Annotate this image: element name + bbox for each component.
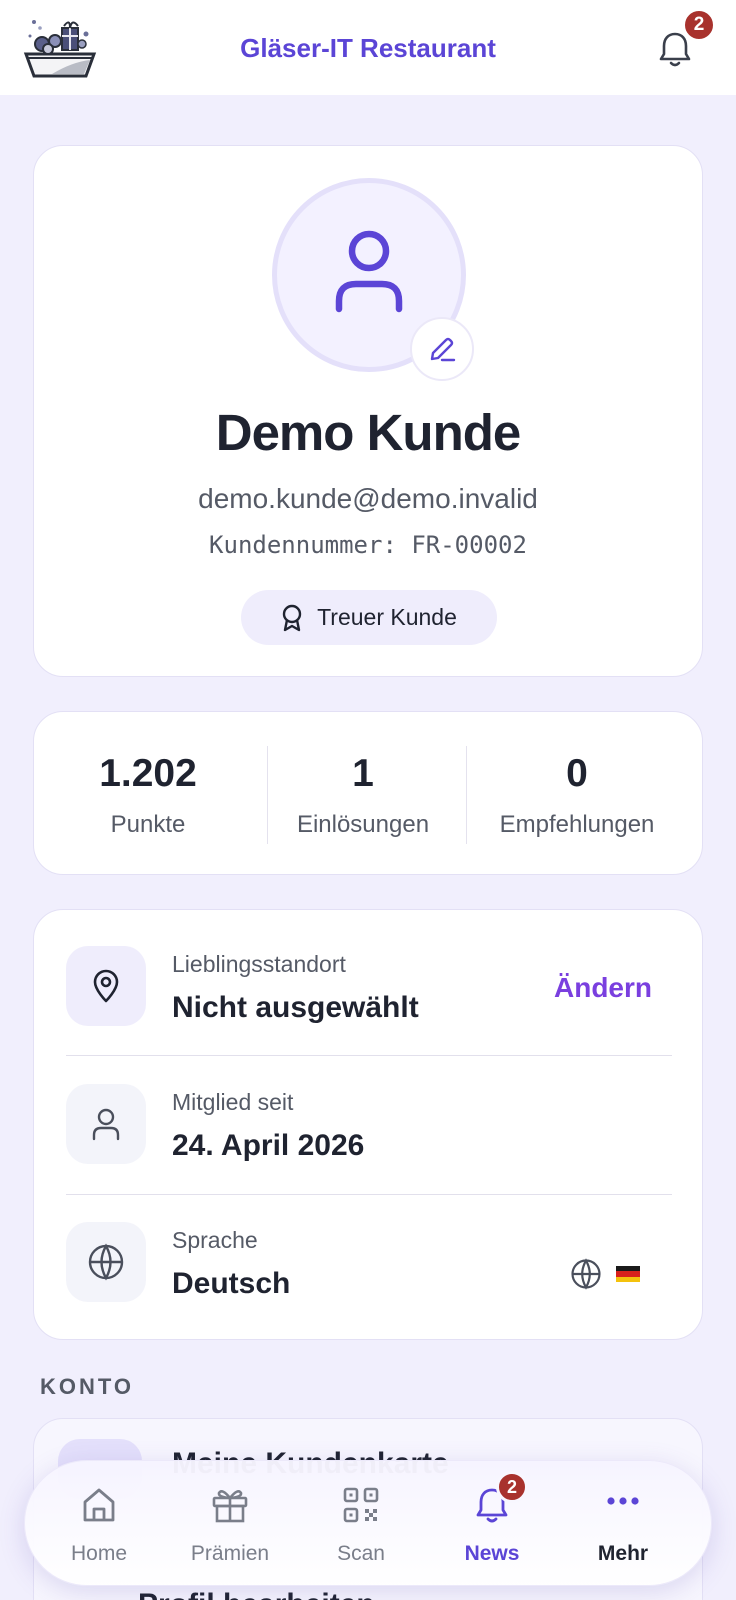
member-since-label: Mitglied seit [172,1089,294,1115]
profile-card: Demo Kunde demo.kunde@demo.invalid Kunde… [33,145,703,677]
notifications-button[interactable]: 2 [652,8,716,72]
favorite-location-row[interactable]: Lieblingsstandort Nicht ausgewählt Änder… [34,910,704,1048]
language-selector[interactable] [570,1258,640,1290]
menu-item-edit-profile[interactable]: Profil bearbeiten [138,1588,375,1600]
stat-label: Punkte [110,811,186,838]
stat-points: 1.202 Punkte [34,712,262,876]
user-icon [335,230,403,313]
tab-label: Mehr [597,1542,649,1565]
globe-icon [88,1243,124,1281]
stat-redemptions: 1 Einlösungen [268,712,458,876]
tab-label: Prämien [190,1542,270,1565]
tab-news[interactable]: 2 News [427,1461,557,1587]
qr-code-icon [343,1487,379,1523]
member-icon-box [66,1084,146,1164]
map-pin-icon [93,969,119,1003]
tab-label: News [464,1542,520,1565]
tab-label: Home [70,1542,128,1565]
award-icon [282,604,302,631]
app-header: Gläser-IT Restaurant 2 [0,0,736,95]
language-value: Deutsch [172,1267,291,1300]
news-badge: 2 [496,1471,528,1503]
stat-value: 0 [566,752,588,795]
german-flag-icon [616,1266,640,1282]
language-icon-box [66,1222,146,1302]
stat-value: 1 [352,752,374,795]
app-title: Gläser-IT Restaurant [240,33,496,63]
gift-icon [212,1490,248,1523]
tier-badge: Treuer Kunde [241,590,497,645]
customer-number: Kundennummer: FR-00002 [209,531,527,559]
location-label: Lieblingsstandort [172,951,346,977]
stat-value: 1.202 [99,752,197,795]
stat-label: Einlösungen [296,811,430,838]
user-icon [92,1108,120,1141]
profile-name: Demo Kunde [215,404,522,461]
tab-more[interactable]: Mehr [558,1461,688,1587]
tier-label: Treuer Kunde [317,604,457,630]
stat-referrals: 0 Empfehlungen [467,712,687,876]
info-card: Lieblingsstandort Nicht ausgewählt Änder… [33,909,703,1340]
change-location-link[interactable]: Ändern [554,972,652,1004]
pencil-icon [430,337,456,362]
language-row[interactable]: Sprache Deutsch [34,1186,704,1324]
profile-email: demo.kunde@demo.invalid [198,483,538,514]
tab-home[interactable]: Home [34,1461,164,1587]
location-icon-box [66,946,146,1026]
member-since-value: 24. April 2026 [172,1129,365,1162]
more-dots-icon [607,1497,639,1505]
member-since-row: Mitglied seit 24. April 2026 [34,1048,704,1186]
tab-scan[interactable]: Scan [296,1461,426,1587]
section-title-account: KONTO [40,1374,135,1399]
tab-rewards[interactable]: Prämien [165,1461,295,1587]
stats-card: 1.202 Punkte 1 Einlösungen 0 Empfehlunge… [33,711,703,875]
edit-avatar-button[interactable] [410,317,474,381]
location-value: Nicht ausgewählt [172,991,419,1024]
stat-label: Empfehlungen [499,811,655,838]
notification-badge: 2 [682,8,716,42]
language-label: Sprache [172,1227,258,1253]
tab-label: Scan [337,1542,385,1565]
globe-icon [571,1258,601,1290]
home-icon [83,1488,115,1522]
bottom-tab-bar: Home Prämien Scan 2 News Mehr [24,1460,712,1586]
